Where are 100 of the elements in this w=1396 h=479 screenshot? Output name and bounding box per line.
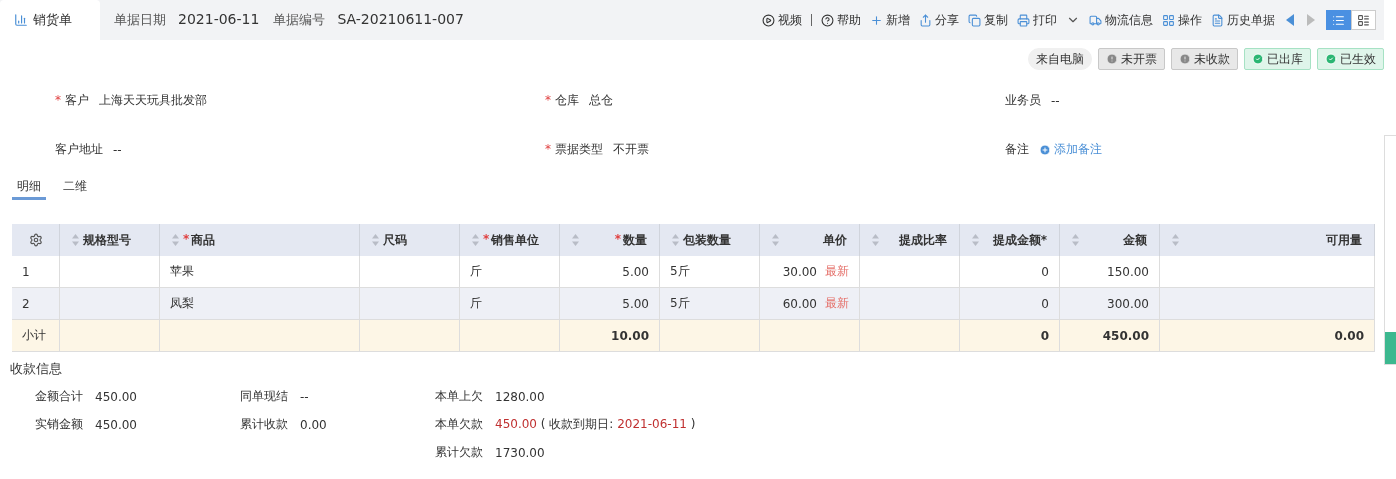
sort-icon[interactable]: [472, 234, 479, 246]
table-cell: 60.00 最新: [760, 288, 860, 320]
plus-icon: [1039, 143, 1051, 156]
field-value: 不开票: [612, 141, 649, 158]
document-tab[interactable]: 销货单: [0, 0, 100, 40]
side-tab[interactable]: [1385, 332, 1396, 364]
table-cell: 0.00: [1160, 320, 1375, 352]
table-cell: 小计: [12, 320, 60, 352]
sort-icon[interactable]: [972, 234, 979, 246]
column-header[interactable]: 规格型号: [60, 224, 160, 256]
status-badge: 未收款: [1171, 48, 1238, 70]
tab[interactable]: 明细: [12, 178, 46, 200]
status-badge: 已出库: [1244, 48, 1311, 70]
sort-icon[interactable]: [172, 234, 179, 246]
tab[interactable]: 二维: [58, 178, 92, 200]
table-cell: 斤: [460, 256, 560, 288]
field-value: --: [1051, 93, 1060, 108]
previous-button[interactable]: [1284, 12, 1296, 28]
print-button[interactable]: 打印: [1017, 11, 1057, 29]
field-label: 备注: [1005, 141, 1029, 158]
field-value: 450.00: [95, 417, 137, 432]
field-value: 0.00: [300, 417, 327, 432]
column-header[interactable]: * 商品: [160, 224, 360, 256]
column-header[interactable]: 提成比率: [860, 224, 960, 256]
sort-icon[interactable]: [572, 234, 579, 246]
table-cell: 10.00: [560, 320, 660, 352]
header-field: 单据日期 2021-06-11: [114, 11, 260, 29]
sort-icon[interactable]: [672, 234, 679, 246]
field-value: --: [113, 142, 122, 157]
alert-icon: [1179, 53, 1191, 65]
header-field: 单据编号 SA-20210611-007: [273, 11, 464, 29]
play-icon: [762, 13, 775, 27]
table-cell: 凤梨: [160, 288, 360, 320]
column-header[interactable]: [12, 224, 60, 256]
add-note-link[interactable]: 添加备注: [1039, 141, 1102, 158]
field-label: 累计收款: [240, 416, 288, 433]
check-icon: [1325, 53, 1337, 65]
help-icon: [821, 13, 834, 27]
column-header[interactable]: 包装数量: [660, 224, 760, 256]
settings-icon[interactable]: [28, 233, 43, 247]
printer-icon: [1017, 13, 1030, 27]
field-label: 本单上欠: [435, 388, 483, 405]
table-cell: 5斤: [660, 256, 760, 288]
table-cell: 30.00 最新: [760, 256, 860, 288]
table-cell: 300.00: [1060, 288, 1160, 320]
table-cell: 5.00: [560, 288, 660, 320]
grid-icon: [1162, 13, 1175, 27]
sort-icon[interactable]: [1072, 234, 1079, 246]
table-cell: 5.00: [560, 256, 660, 288]
sort-icon[interactable]: [1172, 234, 1179, 246]
sort-icon[interactable]: [772, 234, 779, 246]
column-header[interactable]: 单价: [760, 224, 860, 256]
field-label: 业务员: [1005, 92, 1041, 109]
field-value: 上海天天玩具批发部: [98, 92, 207, 109]
add-button[interactable]: 新增: [870, 11, 910, 29]
table-cell: 1: [12, 256, 60, 288]
table-cell: 斤: [460, 288, 560, 320]
help-button[interactable]: 帮助: [821, 11, 861, 29]
truck-icon: [1089, 13, 1102, 27]
detail-view-button[interactable]: [1351, 10, 1376, 30]
column-header[interactable]: * 数量: [560, 224, 660, 256]
field-label: 金额合计: [35, 388, 83, 405]
document-icon: [1211, 13, 1224, 27]
table-cell: 2: [12, 288, 60, 320]
column-header[interactable]: 尺码: [360, 224, 460, 256]
field-label: 客户地址: [55, 141, 103, 158]
field-label: * 仓库: [545, 92, 579, 109]
field-label: 本单欠款: [435, 416, 483, 433]
status-badge: 已生效: [1317, 48, 1384, 70]
field-value: 1730.00: [495, 445, 545, 460]
plus-icon: [870, 13, 883, 27]
sort-icon[interactable]: [372, 234, 379, 246]
history-button[interactable]: 历史单据: [1211, 11, 1275, 29]
copy-button[interactable]: 复制: [968, 11, 1008, 29]
field-label: 累计欠款: [435, 444, 483, 461]
video-button[interactable]: 视频: [762, 11, 802, 29]
check-icon: [1252, 53, 1264, 65]
logistics-button[interactable]: 物流信息: [1089, 11, 1153, 29]
share-button[interactable]: 分享: [919, 11, 959, 29]
chart-icon: [14, 13, 28, 27]
ops-button[interactable]: 操作: [1162, 11, 1202, 29]
field-value: 总仓: [588, 92, 613, 109]
table-cell: 5斤: [660, 288, 760, 320]
field-label: 实销金额: [35, 416, 83, 433]
sort-icon[interactable]: [872, 234, 879, 246]
next-button[interactable]: [1305, 12, 1317, 28]
column-header[interactable]: * 销售单位: [460, 224, 560, 256]
column-header[interactable]: 提成金额*: [960, 224, 1060, 256]
share-icon: [919, 13, 932, 27]
status-badge: 来自电脑: [1028, 48, 1092, 70]
field-value: --: [300, 389, 309, 404]
column-header[interactable]: 可用量: [1160, 224, 1375, 256]
alert-icon: [1106, 53, 1118, 65]
sort-icon[interactable]: [72, 234, 79, 246]
list-icon: [1332, 13, 1345, 27]
field-value: 450.00: [95, 389, 137, 404]
column-header[interactable]: 金额: [1060, 224, 1160, 256]
field-label: 同单现结: [240, 388, 288, 405]
detail-list-icon: [1357, 13, 1370, 27]
table-cell: 0: [960, 320, 1060, 352]
